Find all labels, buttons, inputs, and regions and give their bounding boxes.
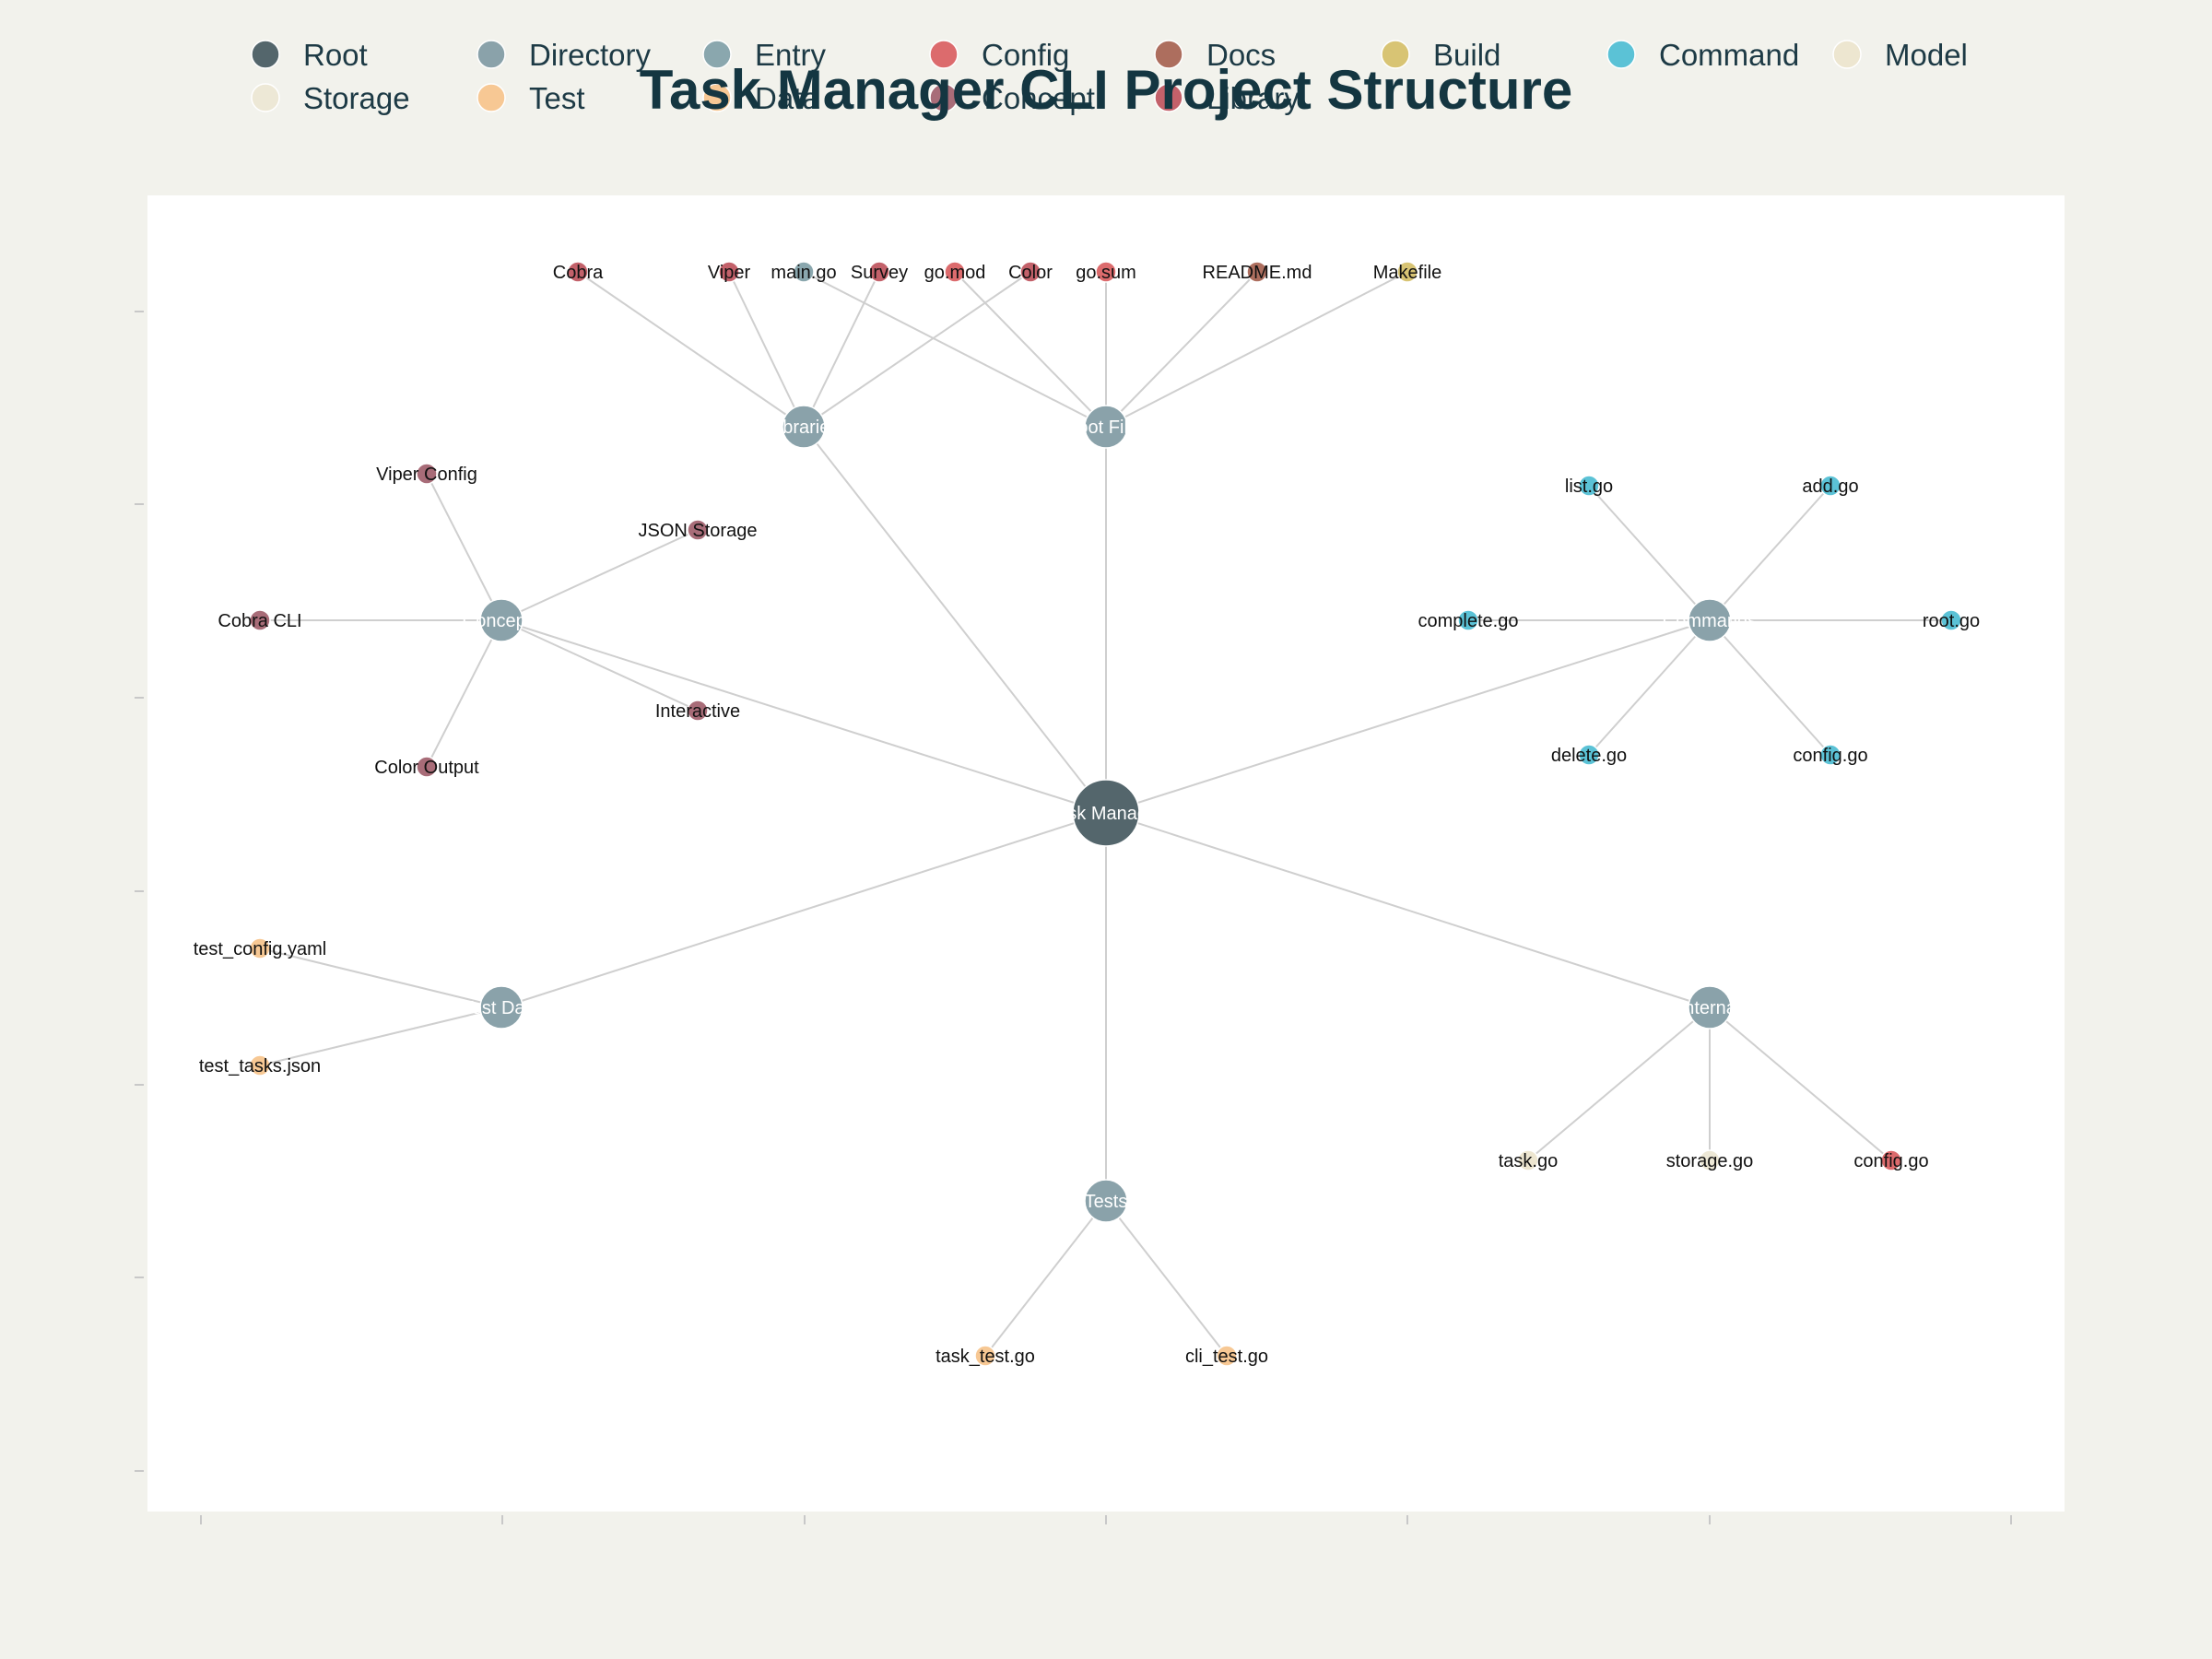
node-label: list.go	[1565, 477, 1613, 497]
network-chart: Task Manager Libraries Root Files Concepts C…	[135, 38, 2065, 1524]
node-label: Viper Config	[376, 465, 477, 485]
node-interactive[interactable]: Interactive	[655, 700, 740, 722]
node-configint[interactable]: config.go	[1853, 1149, 1929, 1171]
node-survey[interactable]: Survey	[851, 261, 908, 283]
node-makefile[interactable]: Makefile	[1373, 261, 1441, 283]
legend-item-model[interactable]: Model	[1832, 38, 1968, 72]
node-completego[interactable]: complete.go	[1418, 609, 1519, 631]
node-viper[interactable]: Viper	[708, 261, 751, 283]
node-label: Task Manager	[1048, 804, 1164, 824]
node-rootgo[interactable]: root.go	[1923, 609, 1980, 631]
node-cobra[interactable]: Cobra	[553, 261, 604, 283]
legend-label: Root	[303, 38, 368, 72]
node-label: Tests	[1085, 1192, 1128, 1212]
node-tasktest[interactable]: task_test.go	[935, 1345, 1035, 1367]
legend-label: Model	[1885, 38, 1968, 72]
node-label: complete.go	[1418, 611, 1519, 631]
legend-label: Test	[529, 81, 585, 115]
node-label: add.go	[1802, 477, 1858, 497]
node-gosum[interactable]: go.sum	[1076, 261, 1136, 283]
node-gomod[interactable]: go.mod	[924, 261, 986, 283]
legend-item-test[interactable]: Test	[477, 81, 585, 115]
node-label: Concepts	[463, 611, 541, 631]
node-addgo[interactable]: add.go	[1802, 475, 1859, 497]
node-label: Color Output	[374, 758, 479, 778]
legend-label: Storage	[303, 81, 410, 115]
node-label: cli_test.go	[1185, 1347, 1268, 1367]
node-label: Viper	[708, 263, 751, 283]
node-label: config.go	[1853, 1151, 1928, 1171]
node-label: go.mod	[924, 263, 986, 283]
node-label: root.go	[1923, 611, 1980, 631]
legend-item-command[interactable]: Command	[1606, 38, 1799, 72]
node-label: Test Data	[463, 998, 541, 1018]
node-label: Interactive	[655, 701, 740, 722]
chart-title: Task Manager CLI Project Structure	[640, 59, 1573, 121]
node-listgo[interactable]: list.go	[1565, 475, 1613, 497]
node-label: config.go	[1793, 746, 1867, 766]
legend-marker	[251, 83, 280, 112]
legend-marker	[477, 40, 506, 69]
node-storagego[interactable]: storage.go	[1666, 1149, 1754, 1171]
node-maingo[interactable]: main.go	[771, 261, 837, 283]
node-tests[interactable]: Tests	[1084, 1179, 1128, 1223]
node-label: task_test.go	[935, 1347, 1035, 1367]
node-label: storage.go	[1666, 1151, 1754, 1171]
node-label: Cobra CLI	[218, 611, 301, 631]
legend-marker	[251, 40, 280, 69]
node-cobracli[interactable]: Cobra CLI	[218, 609, 302, 631]
legend-label: Command	[1659, 38, 1799, 72]
legend-label: Directory	[529, 38, 652, 72]
node-label: test_config.yaml	[194, 939, 327, 959]
node-configcmd[interactable]: config.go	[1793, 744, 1868, 766]
legend-item-directory[interactable]: Directory	[477, 38, 652, 72]
node-testconfig[interactable]: test_config.yaml	[194, 937, 327, 959]
node-label: JSON Storage	[639, 521, 758, 541]
node-label: go.sum	[1076, 263, 1136, 283]
node-label: Color	[1008, 263, 1053, 283]
node-coloroutput[interactable]: Color Output	[374, 756, 479, 778]
node-readme[interactable]: README.md	[1203, 261, 1312, 283]
node-label: Internal	[1679, 998, 1741, 1018]
legend-item-storage[interactable]: Storage	[251, 81, 410, 115]
node-label: test_tasks.json	[199, 1056, 321, 1077]
node-label: Root Files	[1065, 418, 1147, 438]
node-clitest[interactable]: cli_test.go	[1185, 1345, 1268, 1367]
node-deletego[interactable]: delete.go	[1551, 744, 1627, 766]
node-jsonstorage[interactable]: JSON Storage	[639, 519, 758, 541]
node-label: Cobra	[553, 263, 604, 283]
node-color[interactable]: Color	[1008, 261, 1053, 283]
node-viperconfig[interactable]: Viper Config	[376, 463, 477, 485]
node-label: Libraries	[769, 418, 840, 438]
node-testtasks[interactable]: test_tasks.json	[199, 1054, 321, 1077]
node-taskgo[interactable]: task.go	[1499, 1149, 1558, 1171]
node-label: README.md	[1203, 263, 1312, 283]
node-label: Commands	[1663, 611, 1757, 631]
legend-marker	[1606, 40, 1636, 69]
legend-marker	[477, 83, 506, 112]
node-label: Makefile	[1373, 263, 1441, 283]
node-label: delete.go	[1551, 746, 1627, 766]
legend-item-root[interactable]: Root	[251, 38, 368, 72]
node-label: task.go	[1499, 1151, 1558, 1171]
legend-marker	[1832, 40, 1862, 69]
node-label: main.go	[771, 263, 836, 283]
node-label: Survey	[851, 263, 908, 283]
